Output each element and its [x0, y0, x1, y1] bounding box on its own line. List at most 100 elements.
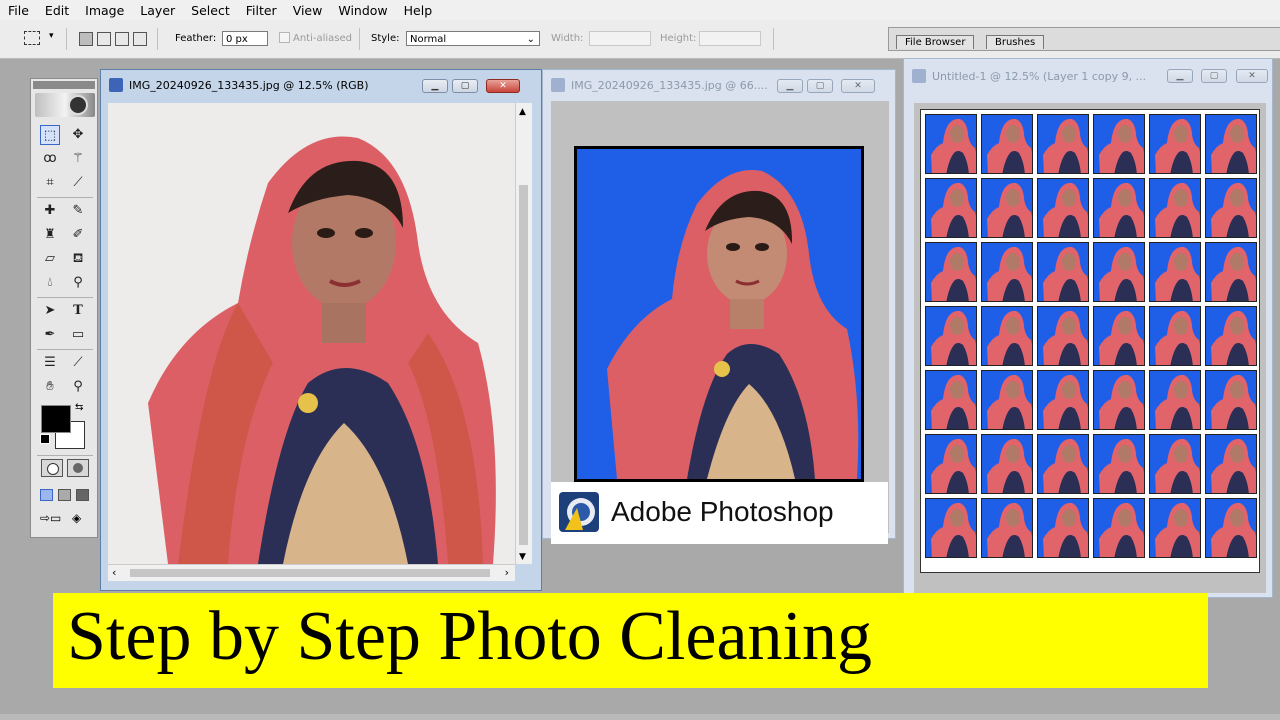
healing-brush-icon[interactable]: ✚ — [40, 201, 60, 221]
path-select-icon[interactable]: ➤ — [40, 301, 60, 321]
subtract-selection-icon[interactable] — [115, 32, 129, 46]
document-window-sheet: Untitled-1 @ 12.5% (Layer 1 copy 9, ... … — [903, 58, 1273, 598]
passport-photo-thumbnail — [1093, 114, 1145, 174]
rect-marquee-preset-icon[interactable] — [24, 31, 40, 45]
menu-file[interactable]: File — [0, 3, 37, 18]
minimize-button[interactable]: ▁ — [1167, 69, 1193, 83]
menu-layer[interactable]: Layer — [132, 3, 183, 18]
pen-icon[interactable]: ✒ — [40, 325, 60, 345]
menu-view[interactable]: View — [285, 3, 331, 18]
passport-photo-thumbnail — [981, 434, 1033, 494]
passport-photo-thumbnail — [1205, 370, 1257, 430]
move-icon[interactable]: ✥ — [68, 125, 88, 145]
screen-mode-standard-icon[interactable] — [40, 489, 53, 501]
maximize-button[interactable]: ▢ — [807, 79, 833, 93]
canvas-area[interactable] — [914, 103, 1266, 593]
zoom-icon[interactable]: ⚲ — [68, 377, 88, 397]
window-title: IMG_20240926_133435.jpg @ 66.... — [571, 78, 768, 92]
close-button[interactable]: ✕ — [486, 79, 520, 93]
crop-icon[interactable]: ⌗ — [40, 173, 60, 193]
passport-photo-thumbnail — [1205, 306, 1257, 366]
foreground-color-swatch[interactable] — [41, 405, 71, 433]
scroll-up-icon[interactable]: ▲ — [519, 107, 526, 117]
tab-file-browser[interactable]: File Browser — [896, 35, 975, 49]
shape-icon[interactable]: ▭ — [68, 325, 88, 345]
style-select[interactable]: Normal ⌄ — [406, 31, 540, 46]
lasso-icon[interactable]: ꝏ — [40, 149, 60, 169]
tab-brushes[interactable]: Brushes — [986, 35, 1045, 49]
divider — [37, 455, 93, 456]
divider — [37, 349, 93, 350]
vertical-scrollbar[interactable]: ▲ ▼ — [515, 103, 532, 564]
standard-mode-icon[interactable] — [41, 459, 63, 477]
passport-photo-thumbnail — [1093, 178, 1145, 238]
minimize-button[interactable]: ▁ — [422, 79, 448, 93]
close-button[interactable]: ✕ — [841, 79, 875, 93]
scroll-left-icon[interactable]: ‹ — [112, 566, 116, 579]
scroll-right-icon[interactable]: › — [505, 566, 509, 579]
menu-select[interactable]: Select — [183, 3, 238, 18]
screen-mode-full-menu-icon[interactable] — [58, 489, 71, 501]
canvas-original[interactable] — [108, 103, 515, 564]
feather-input[interactable]: 0 px — [222, 31, 268, 46]
anti-aliased-checkbox[interactable] — [279, 32, 290, 43]
canvas-area[interactable] — [551, 101, 889, 533]
banner-title: Step by Step Photo Cleaning — [67, 598, 872, 675]
imageready-icon[interactable]: ◈ — [72, 511, 90, 527]
eraser-icon[interactable]: ▱ — [40, 249, 60, 269]
scroll-down-icon[interactable]: ▼ — [519, 552, 526, 562]
toolbox: ⬚ ✥ ꝏ ⚚ ⌗ ⟋ ✚ ✎ ♜ ✐ ▱ ⛾ 💧︎ ⚲ ➤ T ✒ ▭ ☰ ⟋… — [30, 78, 98, 538]
new-selection-icon[interactable] — [79, 32, 93, 46]
history-brush-icon[interactable]: ✐ — [68, 225, 88, 245]
divider — [37, 297, 93, 298]
passport-photo-thumbnail — [925, 306, 977, 366]
divider — [66, 28, 67, 50]
blur-icon[interactable]: 💧︎ — [40, 273, 60, 293]
chevron-down-icon: ⌄ — [526, 34, 535, 45]
document-window-original: IMG_20240926_133435.jpg @ 12.5% (RGB) ▁ … — [100, 69, 542, 591]
menu-window[interactable]: Window — [330, 3, 395, 18]
notes-icon[interactable]: ☰ — [40, 353, 60, 373]
menu-help[interactable]: Help — [396, 3, 441, 18]
window-title: IMG_20240926_133435.jpg @ 12.5% (RGB) — [129, 78, 369, 92]
magic-wand-icon[interactable]: ⚚ — [68, 149, 88, 169]
hand-icon[interactable]: ✋︎ — [40, 377, 60, 397]
scroll-thumb[interactable] — [130, 569, 490, 577]
menu-image[interactable]: Image — [77, 3, 132, 18]
adobe-online-icon[interactable] — [35, 93, 95, 117]
width-input[interactable] — [589, 31, 651, 46]
passport-photo-thumbnail — [1149, 114, 1201, 174]
portrait-edited-image — [577, 149, 861, 479]
intersect-selection-icon[interactable] — [133, 32, 147, 46]
passport-photo-thumbnail — [1093, 306, 1145, 366]
maximize-button[interactable]: ▢ — [1201, 69, 1227, 83]
swap-colors-icon[interactable]: ⇆ — [75, 402, 83, 413]
paint-bucket-icon[interactable]: ⛾ — [68, 249, 88, 269]
document-window-edited: IMG_20240926_133435.jpg @ 66.... ▁ ▢ ✕ — [542, 69, 896, 539]
passport-photo-thumbnail — [925, 370, 977, 430]
marquee-icon[interactable]: ⬚ — [40, 125, 60, 145]
passport-photo-thumbnail — [1149, 178, 1201, 238]
screen-mode-full-icon[interactable] — [76, 489, 89, 501]
type-icon[interactable]: T — [68, 301, 88, 321]
clone-stamp-icon[interactable]: ♜ — [40, 225, 60, 245]
default-colors-icon[interactable] — [40, 434, 50, 444]
menu-filter[interactable]: Filter — [238, 3, 285, 18]
add-selection-icon[interactable] — [97, 32, 111, 46]
quick-mask-icon[interactable] — [67, 459, 89, 477]
brush-icon[interactable]: ✎ — [68, 201, 88, 221]
scroll-thumb[interactable] — [519, 185, 528, 545]
height-input[interactable] — [699, 31, 761, 46]
slice-icon[interactable]: ⟋ — [68, 173, 88, 193]
eyedropper-icon[interactable]: ⟋ — [68, 353, 88, 373]
photoshop-logo-icon — [559, 492, 599, 532]
menu-edit[interactable]: Edit — [37, 3, 77, 18]
close-button[interactable]: ✕ — [1236, 69, 1268, 83]
jump-to-imageready-icon[interactable]: ⇨▭ — [40, 511, 68, 527]
chevron-down-icon[interactable]: ▾ — [49, 31, 54, 41]
maximize-button[interactable]: ▢ — [452, 79, 478, 93]
style-select-value: Normal — [410, 34, 447, 45]
horizontal-scrollbar[interactable]: ‹ › — [108, 564, 515, 581]
minimize-button[interactable]: ▁ — [777, 79, 803, 93]
dodge-icon[interactable]: ⚲ — [68, 273, 88, 293]
